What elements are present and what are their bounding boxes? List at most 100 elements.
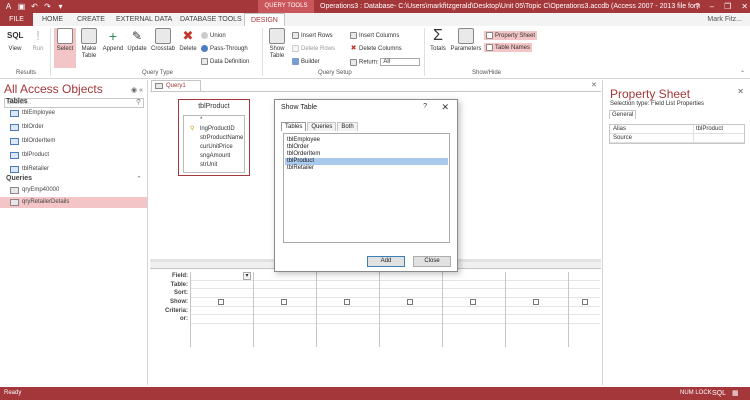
field-item[interactable]: *: [184, 116, 244, 125]
tab-design[interactable]: DESIGN: [244, 13, 285, 26]
field-item[interactable]: strUnit: [184, 161, 244, 170]
grid-cell[interactable]: [317, 272, 379, 281]
tab-external-data[interactable]: EXTERNAL DATA: [110, 13, 178, 26]
query-grid-column[interactable]: ▾: [190, 272, 253, 347]
grid-cell[interactable]: [254, 272, 316, 281]
query-grid-column[interactable]: [505, 272, 568, 347]
grid-cell[interactable]: [506, 315, 568, 325]
show-checkbox[interactable]: [582, 299, 588, 306]
dialog-tab-queries[interactable]: Queries: [307, 122, 337, 131]
dialog-tab-both[interactable]: Both: [337, 122, 358, 131]
grid-cell[interactable]: [254, 281, 316, 290]
nav-pane-title[interactable]: All Access Objects: [4, 82, 103, 96]
grid-cell[interactable]: [443, 281, 505, 290]
nav-table-item[interactable]: tblRetailer: [0, 164, 147, 175]
dropdown-arrow-icon[interactable]: ▾: [243, 272, 251, 280]
crosstab-button[interactable]: Crosstab: [149, 28, 177, 53]
property-value[interactable]: [694, 134, 744, 142]
query-grid-column[interactable]: [442, 272, 505, 347]
redo-icon[interactable]: ↷: [43, 1, 52, 12]
builder-button[interactable]: Builder: [292, 58, 320, 65]
property-row[interactable]: Alias tblProduct: [610, 125, 744, 134]
show-checkbox[interactable]: [344, 299, 350, 306]
dialog-tab-tables[interactable]: Tables: [281, 122, 307, 131]
grid-cell[interactable]: [317, 315, 379, 325]
tab-create[interactable]: CREATE: [71, 13, 111, 26]
grid-cell[interactable]: [191, 281, 253, 290]
grid-cell[interactable]: [317, 289, 379, 299]
restore-button[interactable]: ❐: [724, 0, 731, 13]
close-document-icon[interactable]: ✕: [591, 81, 597, 89]
grid-cell[interactable]: [380, 315, 442, 325]
grid-cell[interactable]: [443, 289, 505, 299]
field-item[interactable]: sngAmount: [184, 152, 244, 161]
field-item-key[interactable]: ⚲ lngProductID: [184, 125, 244, 134]
nav-table-item[interactable]: tblOrder: [0, 122, 147, 133]
append-button[interactable]: + Append: [101, 28, 125, 53]
show-checkbox[interactable]: [533, 299, 539, 306]
close-button[interactable]: ✕: [741, 0, 748, 13]
listbox-item[interactable]: tblOrder: [285, 144, 448, 151]
query-grid-column[interactable]: [253, 272, 316, 347]
grid-cell[interactable]: [380, 289, 442, 299]
grid-cell[interactable]: [569, 315, 600, 325]
design-view-switch-icon[interactable]: ▦: [732, 387, 739, 400]
insert-rows-button[interactable]: Insert Rows: [292, 32, 333, 39]
collapse-ribbon-icon[interactable]: ⌃: [740, 70, 745, 77]
show-checkbox[interactable]: [218, 299, 224, 306]
tab-general[interactable]: General: [609, 110, 637, 119]
grid-cell[interactable]: [569, 272, 600, 281]
grid-cell[interactable]: [317, 281, 379, 290]
listbox-item[interactable]: tblEmployee: [285, 137, 448, 144]
grid-cell[interactable]: ▾: [191, 272, 253, 281]
add-button[interactable]: Add: [367, 256, 405, 267]
listbox-item[interactable]: tblOrderItem: [285, 151, 448, 158]
nav-table-item[interactable]: tblProduct: [0, 150, 147, 161]
show-checkbox[interactable]: [470, 299, 476, 306]
shutter-bar-icon[interactable]: «: [139, 87, 143, 94]
pass-through-button[interactable]: Pass-Through: [201, 45, 248, 52]
save-icon[interactable]: ▣: [17, 1, 26, 12]
delete-query-button[interactable]: ✖ Delete: [178, 28, 198, 53]
parameters-button[interactable]: Parameters: [450, 28, 482, 53]
grid-cell[interactable]: [317, 307, 379, 316]
grid-cell[interactable]: [506, 307, 568, 316]
property-sheet-button[interactable]: Property Sheet: [484, 31, 538, 41]
query-grid-column[interactable]: [316, 272, 379, 347]
delete-rows-button[interactable]: Delete Rows: [292, 45, 335, 52]
nav-table-item[interactable]: tblEmployee: [0, 108, 147, 119]
dialog-close-button[interactable]: Close: [413, 256, 451, 267]
return-select[interactable]: All: [380, 58, 421, 66]
nav-query-item-selected[interactable]: qryRetailerDetails: [0, 197, 147, 208]
dialog-help-button[interactable]: ?: [423, 103, 427, 110]
grid-cell[interactable]: [254, 315, 316, 325]
listbox-item[interactable]: tblRetailer: [285, 165, 448, 172]
grid-cell[interactable]: [506, 272, 568, 281]
grid-cell[interactable]: [191, 289, 253, 299]
grid-cell[interactable]: [254, 307, 316, 316]
totals-button[interactable]: Σ Totals: [427, 28, 449, 53]
user-account[interactable]: Mark Fitz...: [707, 13, 742, 26]
queries-section-header[interactable]: Queries ⌃: [6, 175, 142, 183]
nav-query-item[interactable]: qryEmp40000: [0, 185, 147, 196]
document-tab-query1[interactable]: Query1: [151, 80, 201, 91]
grid-cell[interactable]: [443, 315, 505, 325]
grid-cell[interactable]: [254, 289, 316, 299]
field-item[interactable]: curUnitPrice: [184, 143, 244, 152]
query-grid-column[interactable]: [379, 272, 442, 347]
update-button[interactable]: ✎ Update: [126, 28, 148, 53]
grid-cell[interactable]: [191, 307, 253, 316]
tables-section-header[interactable]: Tables ⌃: [6, 98, 142, 106]
show-table-button[interactable]: Show Table: [266, 28, 288, 60]
grid-cell[interactable]: [380, 272, 442, 281]
grid-cell[interactable]: [380, 281, 442, 290]
close-property-sheet-icon[interactable]: ✕: [737, 87, 744, 96]
data-definition-button[interactable]: Data Definition: [201, 58, 249, 65]
grid-cell[interactable]: [443, 272, 505, 281]
help-button[interactable]: ?: [695, 0, 699, 13]
make-table-button[interactable]: Make Table: [78, 28, 100, 60]
grid-cell[interactable]: [569, 289, 600, 299]
property-value[interactable]: tblProduct: [694, 125, 744, 133]
grid-cell[interactable]: [569, 281, 600, 290]
show-checkbox[interactable]: [281, 299, 287, 306]
